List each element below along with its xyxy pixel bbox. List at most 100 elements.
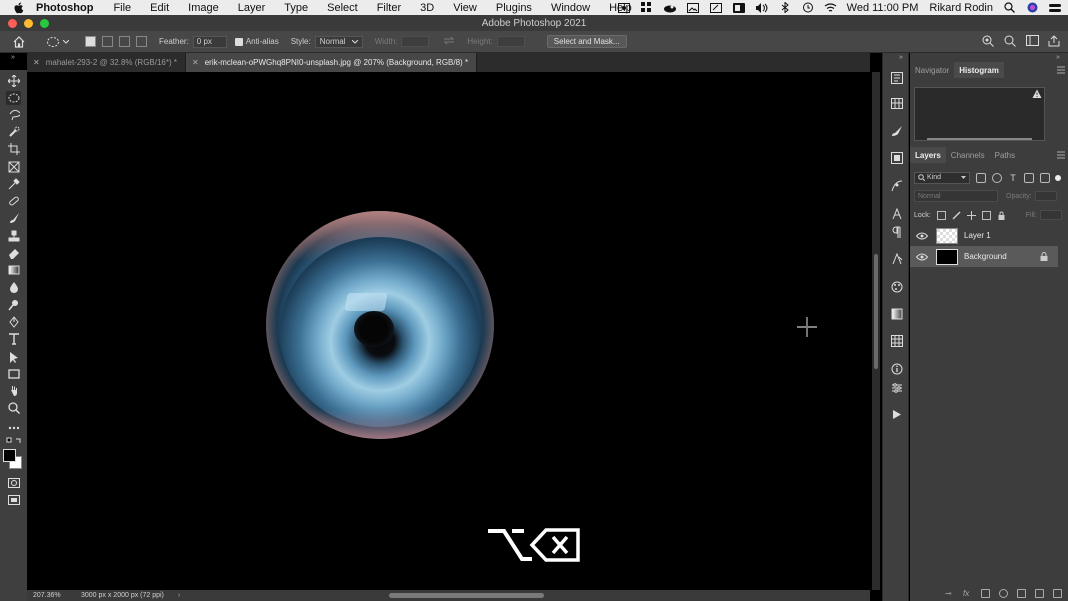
- collapse-panels-icon[interactable]: »: [1056, 54, 1060, 61]
- paragraph-panel-icon[interactable]: [890, 225, 903, 238]
- feather-input[interactable]: 0 px: [192, 35, 227, 48]
- link-layers-icon[interactable]: ⊸: [945, 589, 954, 598]
- lock-position-icon[interactable]: [966, 210, 976, 220]
- tab-layers[interactable]: Layers: [910, 147, 946, 163]
- siri-icon[interactable]: [1025, 2, 1039, 13]
- collapse-icons-icon[interactable]: »: [899, 54, 903, 61]
- layer-style-icon[interactable]: fx: [963, 589, 972, 598]
- eyedropper-tool-icon[interactable]: [6, 177, 21, 191]
- new-adjustment-layer-icon[interactable]: [999, 588, 1008, 598]
- filter-pixel-icon[interactable]: [976, 172, 986, 183]
- menu-image[interactable]: Image: [188, 2, 219, 14]
- gradients-panel-icon[interactable]: [890, 307, 903, 320]
- zoom-tool-icon[interactable]: [6, 401, 21, 415]
- menu-view[interactable]: View: [453, 2, 477, 14]
- search-icon[interactable]: [1004, 35, 1016, 47]
- collapse-toolbar-icon[interactable]: »: [11, 54, 15, 61]
- apple-icon[interactable]: [12, 2, 26, 14]
- pen-icon[interactable]: [709, 2, 723, 13]
- fill-input[interactable]: [1039, 210, 1062, 220]
- filter-adjustment-icon[interactable]: [992, 172, 1002, 183]
- intersect-selection-button[interactable]: [136, 36, 147, 47]
- lock-all-icon[interactable]: [997, 211, 1006, 220]
- tab-paths[interactable]: Paths: [990, 147, 1020, 163]
- properties-panel-icon[interactable]: [890, 151, 903, 164]
- new-group-icon[interactable]: [1017, 588, 1026, 598]
- close-tab-icon[interactable]: ✕: [33, 58, 40, 67]
- time-machine-icon[interactable]: [801, 2, 815, 13]
- select-and-mask-button[interactable]: Select and Mask...: [546, 35, 627, 48]
- share-icon[interactable]: [1048, 35, 1060, 47]
- close-tab-icon[interactable]: ✕: [192, 58, 199, 67]
- path-select-tool-icon[interactable]: [6, 350, 21, 364]
- glyphs-panel-icon[interactable]: [890, 252, 903, 265]
- menu-select[interactable]: Select: [327, 2, 358, 14]
- document-canvas[interactable]: ⌥⌫: [27, 72, 870, 590]
- grid-panel-icon[interactable]: [890, 97, 903, 110]
- tab-navigator[interactable]: Navigator: [910, 62, 954, 78]
- more-tools-icon[interactable]: [6, 421, 21, 435]
- lock-transparent-pixels-icon[interactable]: [936, 210, 946, 220]
- add-mask-icon[interactable]: [981, 588, 990, 598]
- panel-menu-icon[interactable]: [1057, 66, 1065, 74]
- opacity-input[interactable]: [1034, 191, 1057, 201]
- add-to-selection-button[interactable]: [102, 36, 113, 47]
- frame-tool-icon[interactable]: [6, 160, 21, 174]
- spotlight-search-icon[interactable]: [1002, 2, 1016, 13]
- new-selection-button[interactable]: [85, 36, 96, 47]
- wifi-icon[interactable]: [824, 2, 838, 13]
- menu-plugins[interactable]: Plugins: [496, 2, 532, 14]
- home-icon[interactable]: [12, 35, 26, 49]
- workspace-icon[interactable]: [1026, 35, 1039, 47]
- bluetooth-icon[interactable]: [778, 2, 792, 13]
- pen-tool-icon[interactable]: [6, 315, 21, 329]
- menu-app-photoshop[interactable]: Photoshop: [36, 2, 93, 14]
- blend-mode-select[interactable]: Normal: [914, 190, 998, 202]
- rectangle-tool-icon[interactable]: [6, 367, 21, 381]
- document-tab-2[interactable]: ✕ erik-mclean-oPWGhq8PNI0-unsplash.jpg @…: [186, 53, 478, 72]
- lock-artboard-icon[interactable]: [981, 210, 991, 220]
- clone-stamp-tool-icon[interactable]: [6, 229, 21, 243]
- elliptical-marquee-tool-icon[interactable]: [6, 91, 21, 105]
- filter-shape-icon[interactable]: [1024, 172, 1034, 183]
- screen-record-icon[interactable]: [617, 2, 631, 13]
- control-center-icon[interactable]: [1048, 2, 1062, 13]
- layer-row-layer-1[interactable]: Layer 1: [910, 225, 1058, 246]
- scrollbar-thumb[interactable]: [874, 254, 878, 369]
- move-tool-icon[interactable]: [6, 74, 21, 88]
- anti-alias-checkbox[interactable]: [234, 37, 243, 46]
- character-panel-icon[interactable]: [890, 207, 903, 220]
- eraser-tool-icon[interactable]: [6, 246, 21, 260]
- brush-tool-icon[interactable]: [6, 211, 21, 225]
- vertical-scrollbar[interactable]: [872, 72, 880, 590]
- menu-edit[interactable]: Edit: [150, 2, 169, 14]
- width-input[interactable]: [401, 36, 430, 47]
- filter-smart-object-icon[interactable]: [1040, 172, 1050, 183]
- healing-brush-tool-icon[interactable]: [6, 194, 21, 208]
- menu-window[interactable]: Window: [551, 2, 590, 14]
- type-tool-icon[interactable]: [6, 332, 21, 346]
- dodge-tool-icon[interactable]: [6, 298, 21, 312]
- blur-tool-icon[interactable]: [6, 280, 21, 294]
- tab-histogram[interactable]: Histogram: [954, 62, 1004, 78]
- volume-icon[interactable]: [755, 2, 769, 13]
- info-panel-icon[interactable]: [890, 362, 903, 375]
- document-tab-1[interactable]: ✕ mahalet-293-2 @ 32.8% (RGB/16*) *: [27, 53, 186, 72]
- layer-kind-filter[interactable]: Kind: [914, 171, 970, 184]
- swap-dimensions-icon[interactable]: [443, 36, 455, 47]
- menu-file[interactable]: File: [113, 2, 131, 14]
- menu-filter[interactable]: Filter: [377, 2, 401, 14]
- lasso-tool-icon[interactable]: [6, 108, 21, 122]
- color-panel-icon[interactable]: [890, 280, 903, 293]
- quick-select-tool-icon[interactable]: [6, 125, 21, 139]
- tool-preset-picker[interactable]: [46, 36, 69, 48]
- history-panel-icon[interactable]: [890, 71, 903, 84]
- subtract-from-selection-button[interactable]: [119, 36, 130, 47]
- brush-settings-icon[interactable]: [890, 124, 903, 137]
- filter-toggle-icon[interactable]: [1055, 174, 1061, 181]
- lock-image-pixels-icon[interactable]: [952, 210, 961, 220]
- new-layer-icon[interactable]: [1035, 588, 1044, 598]
- visibility-eye-icon[interactable]: [916, 232, 928, 240]
- crop-tool-icon[interactable]: [6, 142, 21, 156]
- menu-bar-clock[interactable]: Wed 11:00 PM: [847, 2, 919, 14]
